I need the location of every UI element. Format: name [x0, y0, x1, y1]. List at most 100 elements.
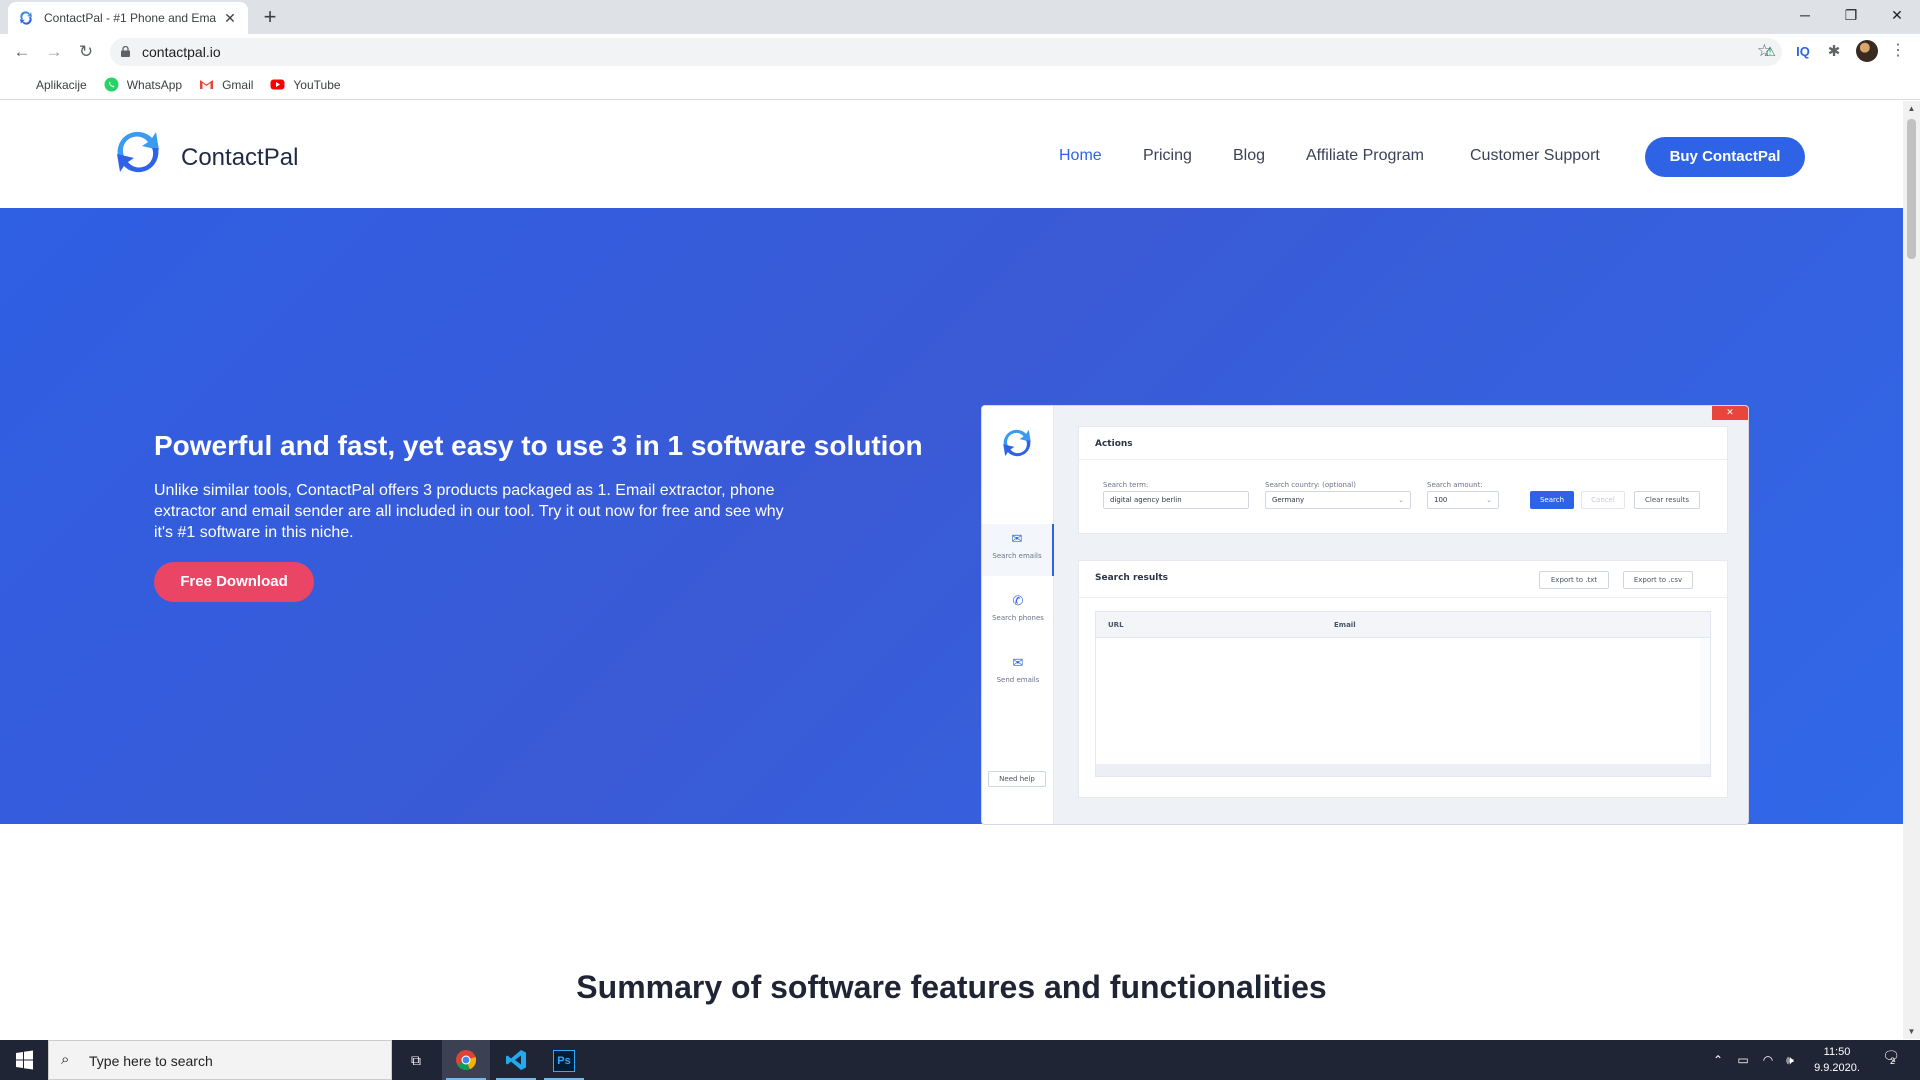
features-section-title: Summary of software features and functio… [576, 969, 1327, 1005]
bookmark-label: Gmail [222, 77, 254, 92]
notification-count: 2 [1890, 1056, 1896, 1066]
mockup-amount-label: Search amount: [1427, 481, 1483, 489]
url-text: contactpal.io [142, 44, 221, 60]
table-vertical-scrollbar [1700, 638, 1710, 764]
mockup-results-table: URL Email [1095, 611, 1711, 777]
mockup-results-panel: Search results Export to .txt Export to … [1078, 560, 1728, 798]
windows-taskbar: ⌕ Type here to search ⧉ Ps ⌃ ▭ ◠ 🕪 11:50… [0, 1040, 1920, 1080]
buy-contactpal-button[interactable]: Buy ContactPal [1645, 137, 1805, 177]
app-mockup: ✉ Search emails ✆ Search phones ✉ Send e… [981, 405, 1749, 825]
minimize-button[interactable]: ─ [1782, 0, 1828, 30]
tab-title: ContactPal - #1 Phone and Email [44, 11, 216, 25]
hero-title: Powerful and fast, yet easy to use 3 in … [154, 430, 923, 461]
extension-drive-icon[interactable]: ⚠ [1760, 40, 1780, 64]
mockup-results-title: Search results [1095, 573, 1169, 583]
notifications-icon[interactable]: 🗨 2 [1878, 1048, 1904, 1072]
chevron-down-icon: ⌄ [1398, 496, 1404, 504]
divider [1079, 459, 1727, 460]
mockup-export-csv-button: Export to .csv [1623, 571, 1693, 589]
mockup-country-label: Search country: (optional) [1265, 481, 1356, 489]
column-email: Email [1334, 621, 1356, 629]
table-horizontal-scrollbar [1096, 764, 1710, 776]
mockup-search-term-input: digital agency berlin [1103, 491, 1249, 509]
hero-section: Powerful and fast, yet easy to use 3 in … [0, 208, 1903, 825]
brand-name[interactable]: ContactPal [181, 144, 298, 172]
chrome-taskbar-icon[interactable] [442, 1040, 490, 1080]
scroll-up-icon[interactable]: ▲ [1903, 104, 1920, 113]
window-controls: ─ ❐ ✕ [1782, 0, 1920, 30]
battery-icon[interactable]: ▭ [1732, 1040, 1754, 1080]
forward-icon[interactable]: → [40, 38, 68, 66]
extension-iq-icon[interactable]: IQ [1792, 40, 1814, 64]
table-header: URL Email [1096, 612, 1710, 638]
mockup-country-value: Germany [1272, 496, 1305, 504]
task-view-icon[interactable]: ⧉ [392, 1040, 440, 1080]
contactpal-logo-icon[interactable] [112, 126, 164, 178]
mockup-search-term-label: Search term: [1103, 481, 1149, 489]
chevron-down-icon: ⌄ [1486, 496, 1492, 504]
mockup-export-txt-button: Export to .txt [1539, 571, 1609, 589]
mockup-actions-panel: Actions Search term: digital agency berl… [1078, 426, 1728, 534]
mockup-search-phones: ✆ Search phones [982, 586, 1054, 638]
clock-time: 11:50 [1823, 1046, 1851, 1058]
mockup-need-help-button: Need help [988, 771, 1046, 787]
taskbar-clock[interactable]: 11:50 9.9.2020. [1800, 1044, 1874, 1076]
phone-icon: ✆ [1012, 594, 1024, 609]
mockup-search-emails: ✉ Search emails [982, 524, 1054, 576]
close-window-button[interactable]: ✕ [1874, 0, 1920, 30]
mockup-amount-value: 100 [1434, 496, 1448, 504]
restore-button[interactable]: ❐ [1828, 0, 1874, 30]
vscode-taskbar-icon[interactable] [492, 1040, 540, 1080]
tab-close-icon[interactable]: ✕ [222, 10, 238, 27]
divider [1079, 597, 1727, 598]
mockup-actions-title: Actions [1095, 439, 1133, 449]
bookmark-apps[interactable]: Aplikacije [13, 77, 87, 92]
taskbar-search-placeholder: Type here to search [89, 1053, 213, 1069]
new-tab-button[interactable]: + [258, 4, 282, 30]
taskbar-search-input[interactable]: ⌕ Type here to search [48, 1040, 392, 1080]
lock-icon [121, 46, 130, 57]
address-bar[interactable]: contactpal.io ☆ [110, 38, 1782, 66]
mockup-amount-select: 100 ⌄ [1427, 491, 1499, 509]
bookmark-label: WhatsApp [126, 77, 183, 92]
extensions-puzzle-icon[interactable]: ✱ [1824, 40, 1844, 64]
chrome-menu-icon[interactable]: ⋮ [1890, 40, 1906, 60]
mockup-country-select: Germany ⌄ [1265, 491, 1411, 509]
bookmark-whatsapp[interactable]: WhatsApp [104, 77, 182, 92]
nav-pricing[interactable]: Pricing [1143, 147, 1192, 165]
clock-date: 9.9.2020. [1814, 1062, 1860, 1074]
column-url: URL [1108, 621, 1124, 629]
page-scrollbar[interactable]: ▲ ▼ [1903, 101, 1920, 1039]
tray-chevron-up-icon[interactable]: ⌃ [1710, 1040, 1726, 1080]
browser-tab[interactable]: ContactPal - #1 Phone and Email ✕ [8, 2, 248, 34]
photoshop-taskbar-icon[interactable]: Ps [540, 1040, 588, 1080]
nav-blog[interactable]: Blog [1233, 147, 1265, 165]
hero-description: Unlike similar tools, ContactPal offers … [154, 482, 784, 541]
windows-start-icon[interactable] [0, 1040, 48, 1080]
send-mail-icon: ✉ [1012, 656, 1024, 671]
nav-customer-support[interactable]: Customer Support [1470, 147, 1600, 165]
nav-home[interactable]: Home [1059, 147, 1102, 165]
nav-affiliate-program[interactable]: Affiliate Program [1306, 147, 1424, 165]
back-icon[interactable]: ← [8, 38, 36, 66]
profile-avatar[interactable] [1856, 40, 1878, 62]
vscode-icon [506, 1050, 526, 1070]
volume-icon[interactable]: 🕪 [1780, 1040, 1800, 1080]
reload-icon[interactable]: ↻ [72, 38, 100, 66]
whatsapp-icon [104, 77, 119, 92]
scroll-down-icon[interactable]: ▼ [1903, 1027, 1920, 1036]
search-icon: ⌕ [61, 1051, 70, 1068]
mockup-close-icon: ✕ [1712, 406, 1748, 420]
bookmark-youtube[interactable]: YouTube [270, 77, 341, 92]
wifi-icon[interactable]: ◠ [1758, 1040, 1778, 1080]
mockup-cancel-button: Cancel [1581, 491, 1625, 509]
bookmark-gmail[interactable]: Gmail [199, 77, 253, 92]
free-download-button[interactable]: Free Download [154, 562, 314, 602]
mockup-sidebar-label: Send emails [996, 676, 1040, 684]
youtube-icon [270, 79, 285, 90]
apps-grid-icon [13, 77, 28, 92]
scrollbar-thumb[interactable] [1907, 119, 1916, 259]
tab-strip: ContactPal - #1 Phone and Email ✕ + ─ ❐ … [0, 0, 1920, 34]
chrome-icon [456, 1050, 477, 1070]
mockup-sidebar-label: Search emails [992, 552, 1042, 560]
